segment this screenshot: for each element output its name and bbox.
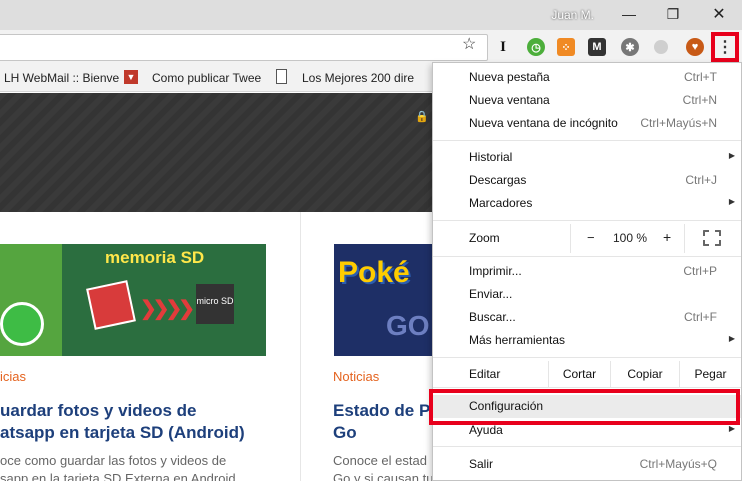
address-bar[interactable] bbox=[0, 34, 488, 61]
browser-toolbar: ☆ I ◷ ⁘ M ✱ ♥ ⋮ bbox=[0, 30, 742, 64]
article-category[interactable]: icias bbox=[0, 369, 26, 384]
menu-item-print[interactable]: Imprimir... Ctrl+P bbox=[433, 260, 741, 283]
menu-separator bbox=[433, 387, 741, 388]
menu-item-label: Imprimir... bbox=[469, 264, 522, 278]
menu-item-shortcut: Ctrl+Mayús+Q bbox=[639, 457, 717, 471]
menu-item-label: Marcadores bbox=[469, 196, 533, 210]
submenu-arrow-icon: ▶ bbox=[728, 334, 735, 343]
article-excerpt: sapp en la tarjeta SD Externa en Android bbox=[0, 471, 236, 481]
thumbnail-text: GO bbox=[386, 310, 430, 341]
thumbnail-title: memoria SD bbox=[105, 248, 205, 267]
menu-item-history[interactable]: Historial ▶ bbox=[433, 146, 741, 169]
photo-card-graphic bbox=[86, 280, 136, 330]
extension-i-icon[interactable]: I bbox=[494, 38, 512, 56]
submenu-arrow-icon: ▶ bbox=[728, 151, 735, 160]
bookmark-star-icon[interactable]: ☆ bbox=[462, 34, 476, 54]
arrows-icon: ❯❯❯❯ bbox=[140, 298, 195, 320]
rss-extension-icon[interactable]: ⁘ bbox=[557, 38, 575, 56]
settings-highlight-box bbox=[429, 389, 740, 425]
sd-card-icon: micro SD bbox=[196, 284, 234, 324]
menu-item-label: Salir bbox=[469, 457, 494, 471]
minimize-button[interactable]: — bbox=[607, 3, 651, 25]
menu-item-cast[interactable]: Enviar... bbox=[433, 283, 741, 306]
menu-separator bbox=[433, 140, 741, 141]
bookmark-item[interactable]: Los Mejores 200 dire bbox=[302, 71, 414, 85]
menu-item-shortcut: Ctrl+Mayús+N bbox=[640, 116, 717, 130]
extension-green-icon[interactable]: ◷ bbox=[527, 38, 545, 56]
submenu-arrow-icon: ▶ bbox=[728, 197, 735, 206]
close-window-button[interactable]: ✕ bbox=[697, 3, 741, 25]
edit-label: Editar bbox=[469, 367, 501, 381]
whatsapp-icon bbox=[0, 302, 44, 346]
menu-item-shortcut: Ctrl+F bbox=[684, 310, 717, 324]
menu-item-bookmarks[interactable]: Marcadores ▶ bbox=[433, 192, 741, 215]
article-category[interactable]: Noticias bbox=[333, 369, 379, 384]
extension-m-icon[interactable]: M bbox=[588, 38, 606, 56]
cut-button[interactable]: Cortar bbox=[548, 361, 610, 387]
extension-gray-icon[interactable] bbox=[654, 40, 668, 54]
menu-item-exit[interactable]: Salir Ctrl+Mayús+Q bbox=[433, 453, 741, 476]
thumbnail-text: Poké bbox=[338, 256, 410, 289]
menu-item-label: Nueva ventana bbox=[469, 93, 550, 107]
zoom-label: Zoom bbox=[469, 231, 500, 245]
page-icon bbox=[276, 69, 287, 84]
menu-separator bbox=[433, 256, 741, 257]
menu-item-find[interactable]: Buscar... Ctrl+F bbox=[433, 306, 741, 329]
zoom-out-button[interactable]: − bbox=[587, 230, 595, 245]
menu-separator bbox=[433, 357, 741, 358]
menu-item-label: Descargas bbox=[469, 173, 527, 187]
menu-item-label: Nueva ventana de incógnito bbox=[469, 116, 618, 130]
article-heading[interactable]: uardar fotos y videos de bbox=[0, 400, 197, 422]
article-heading[interactable]: Estado de P bbox=[333, 400, 430, 422]
menu-item-label: Nueva pestaña bbox=[469, 70, 550, 84]
maximize-button[interactable]: ❐ bbox=[651, 3, 695, 25]
submenu-arrow-icon: ▶ bbox=[728, 424, 735, 433]
menu-item-downloads[interactable]: Descargas Ctrl+J bbox=[433, 169, 741, 192]
profile-name[interactable]: Juan M. bbox=[551, 8, 594, 22]
article-heading[interactable]: Go bbox=[333, 422, 357, 444]
lock-icon: 🔒 bbox=[415, 111, 429, 123]
article-excerpt: Conoce el estad bbox=[333, 453, 427, 468]
edit-row: Editar Cortar Copiar Pegar bbox=[433, 361, 741, 387]
copy-button[interactable]: Copiar bbox=[610, 361, 679, 387]
zoom-row: Zoom − 100 % + bbox=[433, 224, 741, 253]
article-excerpt: oce como guardar las fotos y videos de bbox=[0, 453, 227, 468]
menu-item-label: Historial bbox=[469, 150, 513, 164]
menu-item-label: Más herramientas bbox=[469, 333, 566, 347]
chrome-menu-button[interactable]: ⋮ bbox=[711, 32, 739, 62]
article-heading[interactable]: atsapp en tarjeta SD (Android) bbox=[0, 422, 245, 444]
bookmark-item[interactable]: Como publicar Twee bbox=[152, 71, 261, 85]
fullscreen-icon[interactable] bbox=[703, 230, 721, 246]
paste-button[interactable]: Pegar bbox=[679, 361, 741, 387]
extension-orange-icon[interactable]: ♥ bbox=[686, 38, 704, 56]
zoom-level: 100 % bbox=[613, 231, 648, 245]
menu-item-label: Enviar... bbox=[469, 287, 513, 301]
menu-separator bbox=[433, 446, 741, 447]
menu-item-new-tab[interactable]: Nueva pestaña Ctrl+T bbox=[433, 66, 741, 89]
menu-item-shortcut: Ctrl+T bbox=[684, 70, 717, 84]
menu-item-shortcut: Ctrl+J bbox=[685, 173, 717, 187]
menu-item-new-window[interactable]: Nueva ventana Ctrl+N bbox=[433, 89, 741, 112]
article-thumbnail[interactable]: Poké GO bbox=[334, 244, 432, 356]
menu-item-label: Buscar... bbox=[469, 310, 516, 324]
zoom-controls: − 100 % + bbox=[570, 224, 685, 253]
bookmark-item[interactable]: LH WebMail :: Bienve bbox=[4, 71, 119, 85]
column-divider bbox=[300, 212, 301, 481]
extension-gear-icon[interactable]: ✱ bbox=[621, 38, 639, 56]
title-bar: Juan M. — ❐ ✕ bbox=[0, 0, 742, 30]
menu-item-shortcut: Ctrl+P bbox=[683, 264, 717, 278]
menu-item-incognito[interactable]: Nueva ventana de incógnito Ctrl+Mayús+N bbox=[433, 112, 741, 135]
menu-item-label: Ayuda bbox=[469, 423, 503, 437]
menu-item-shortcut: Ctrl+N bbox=[682, 93, 717, 107]
bookmark-favicon-icon: ▼ bbox=[124, 70, 138, 84]
zoom-in-button[interactable]: + bbox=[663, 229, 671, 245]
menu-item-more-tools[interactable]: Más herramientas ▶ bbox=[433, 329, 741, 352]
article-thumbnail[interactable]: memoria SD ❯❯❯❯ micro SD bbox=[0, 244, 266, 356]
menu-separator bbox=[433, 220, 741, 221]
